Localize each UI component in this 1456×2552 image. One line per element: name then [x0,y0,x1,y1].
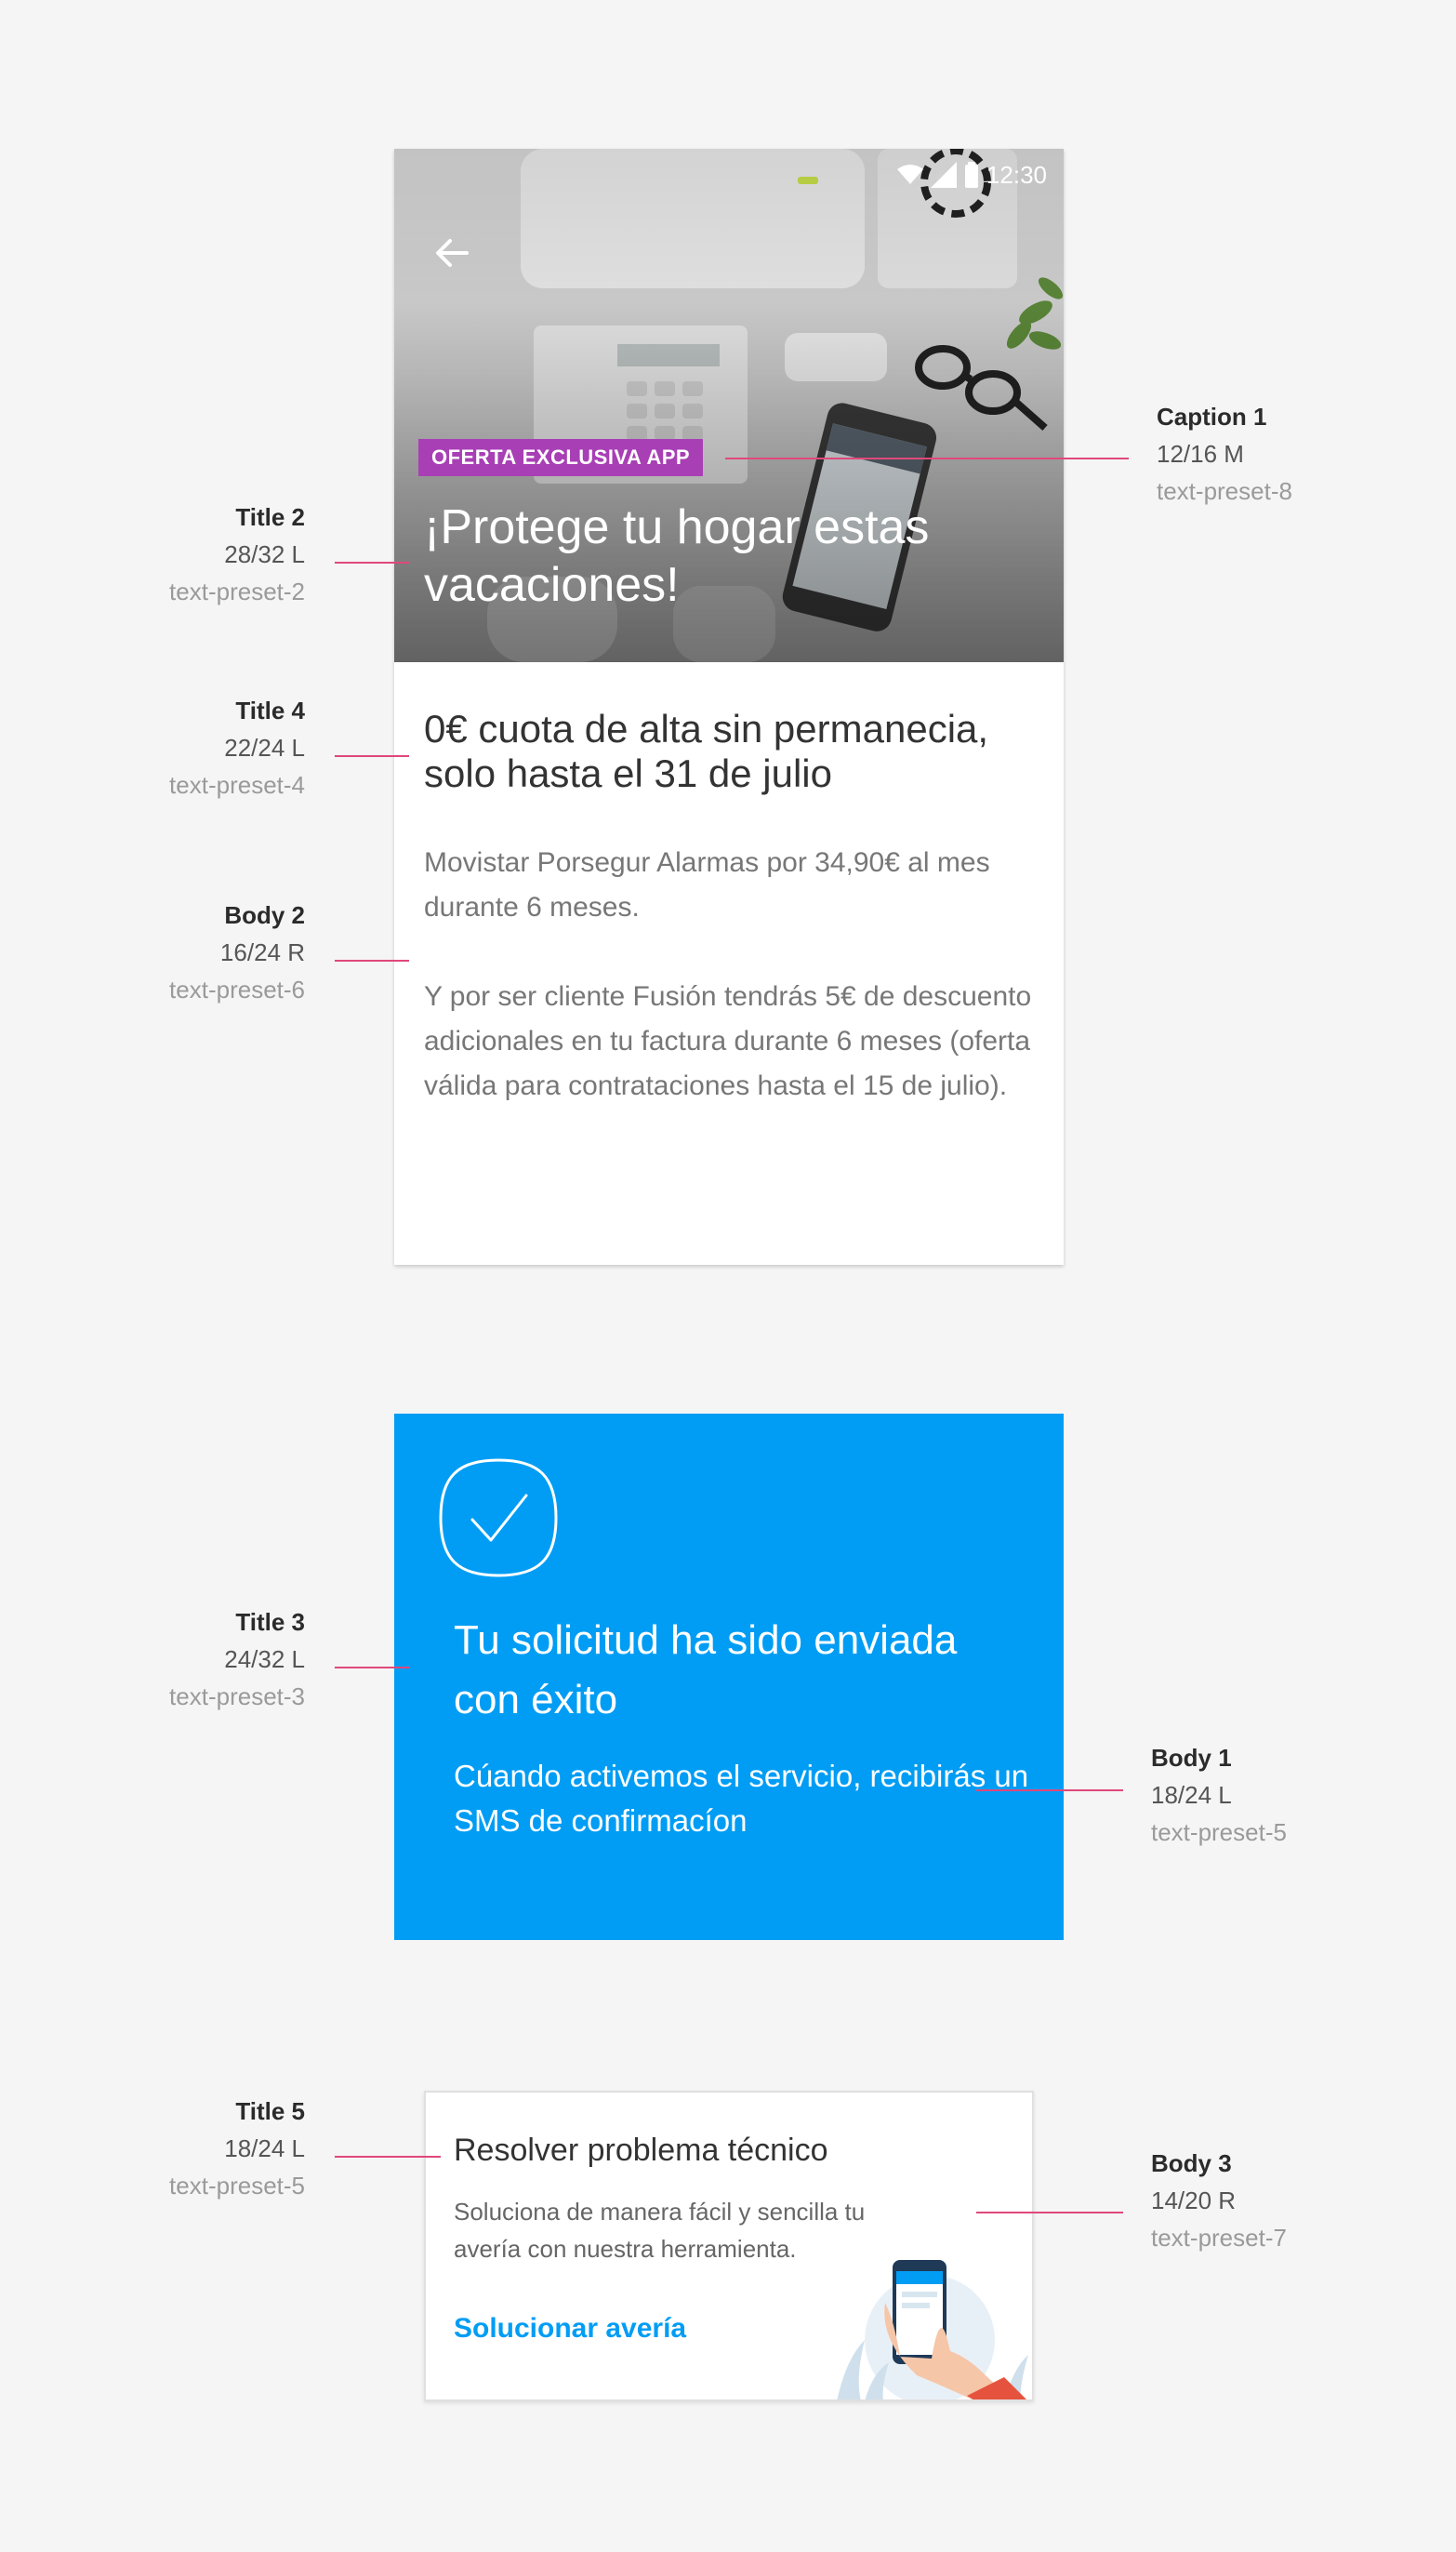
offer-title: 0€ cuota de alta sin permanecia, solo ha… [424,707,989,795]
annotation-title-3: Title 3 24/32 L text-preset-3 [7,1603,305,1715]
leader-line [335,2156,441,2158]
annotation-name: Body 2 [224,901,305,929]
offer-body-paragraph-1: Movistar Porsegur Alarmas por 34,90€ al … [424,847,990,923]
annotation-spec: 18/24 L [1151,1781,1232,1809]
annotation-name: Title 2 [235,503,305,531]
back-button[interactable] [426,227,478,279]
tech-support-card[interactable]: Resolver problema técnico Soluciona de m… [424,2091,1034,2401]
status-time: 12:30 [986,160,1047,189]
annotation-token: text-preset-2 [169,578,305,605]
annotation-spec: 18/24 L [224,2134,305,2162]
annotation-body-3: Body 3 14/20 R text-preset-7 [1151,2145,1287,2256]
offer-card: 12:30 OFERTA EXCLUSIVA APP ¡Protege tu h… [394,149,1064,1265]
annotation-caption-1: Caption 1 12/16 M text-preset-8 [1157,398,1292,510]
annotation-spec: 28/32 L [224,540,305,568]
success-card: Tu solicitud ha sido enviada con éxito C… [394,1414,1064,1940]
leader-line [976,1789,1123,1791]
annotation-title-4: Title 4 22/24 L text-preset-4 [7,692,305,804]
annotation-token: text-preset-6 [169,976,305,1004]
hero-image: 12:30 OFERTA EXCLUSIVA APP ¡Protege tu h… [394,149,1064,662]
annotation-name: Title 5 [235,2097,305,2125]
annotation-token: text-preset-5 [169,2172,305,2200]
annotation-spec: 24/32 L [224,1645,305,1673]
leader-line [976,2212,1123,2213]
hero-title: ¡Protege tu hogar estas vacaciones! [424,500,930,612]
annotation-token: text-preset-4 [169,771,305,799]
annotation-token: text-preset-5 [1151,1818,1287,1846]
arrow-left-icon [436,239,469,267]
signal-icon [930,162,957,188]
annotation-name: Body 3 [1151,2149,1232,2177]
exclusive-offer-badge: OFERTA EXCLUSIVA APP [418,439,704,476]
phone-in-hand-illustration [837,2260,1028,2399]
annotation-name: Caption 1 [1157,403,1267,431]
annotation-spec: 12/16 M [1157,440,1244,468]
annotation-body-2: Body 2 16/24 R text-preset-6 [7,897,305,1008]
check-icon [439,1458,558,1577]
annotation-token: text-preset-8 [1157,477,1292,505]
annotation-name: Body 1 [1151,1744,1232,1772]
annotation-body-1: Body 1 18/24 L text-preset-5 [1151,1739,1287,1851]
annotation-spec: 22/24 L [224,734,305,762]
battery-icon [964,162,978,188]
annotation-title-2: Title 2 28/32 L text-preset-2 [7,498,305,610]
annotation-name: Title 4 [235,697,305,724]
annotation-title-5: Title 5 18/24 L text-preset-5 [7,2093,305,2204]
leader-line [725,458,1129,459]
offer-body-paragraph-2: Y por ser cliente Fusión tendrás 5€ de d… [424,981,1032,1101]
success-title: Tu solicitud ha sido enviada con éxito [454,1617,958,1722]
annotation-spec: 16/24 R [219,938,305,966]
leader-line [335,755,409,757]
leader-line [335,960,409,962]
annotation-name: Title 3 [235,1608,305,1636]
annotation-spec: 14/20 R [1151,2186,1237,2214]
leader-line [335,1667,409,1668]
success-body: Cúando activemos el servicio, recibirás … [454,1759,1029,1838]
wifi-icon [896,165,923,184]
annotation-token: text-preset-3 [169,1682,305,1710]
annotation-token: text-preset-7 [1151,2224,1287,2252]
tech-card-title: Resolver problema técnico [454,2133,828,2168]
fix-fault-link[interactable]: Solucionar avería [454,2308,686,2349]
status-bar: 12:30 [896,156,1047,193]
leader-line [335,562,409,564]
